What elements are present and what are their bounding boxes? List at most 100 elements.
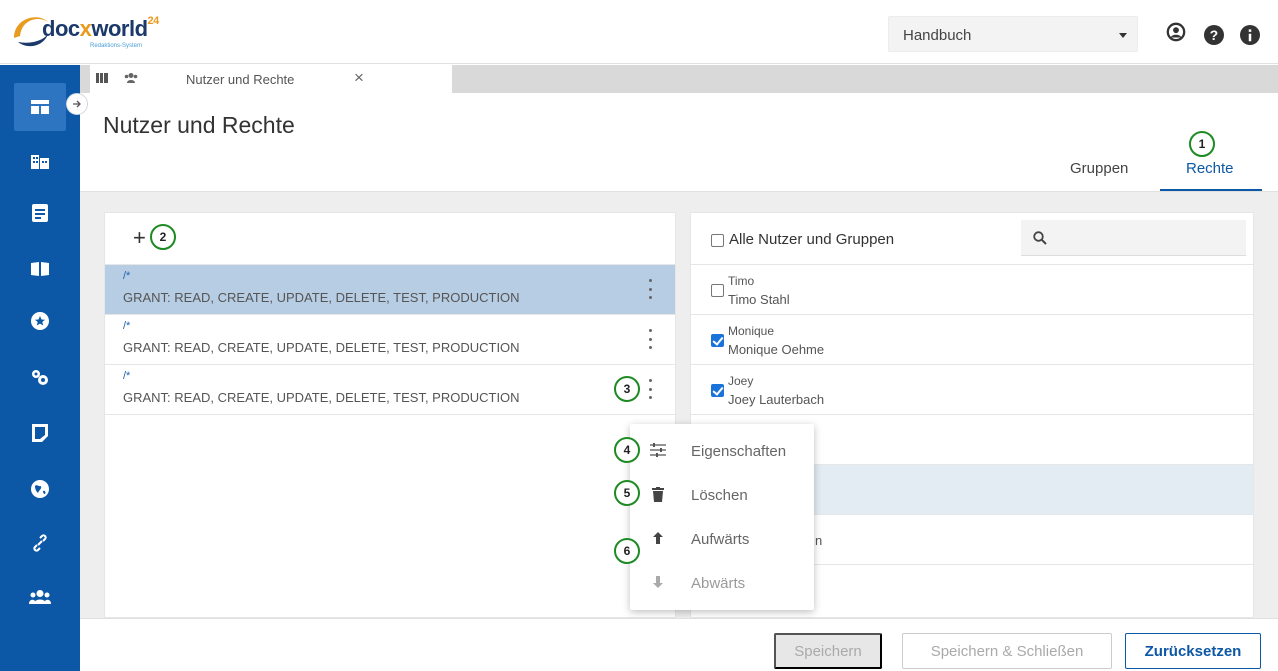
sidebar-item-buildings[interactable]	[22, 143, 58, 179]
save-button[interactable]: Speichern	[774, 633, 882, 669]
top-bar: docxworld24 Redaktions-System Handbuch ?	[0, 0, 1278, 64]
logo-tagline: Redaktions-System	[90, 43, 143, 49]
more-vert-icon[interactable]	[647, 329, 653, 349]
users-icon	[124, 73, 138, 83]
rule-row[interactable]: /* GRANT: READ, CREATE, UPDATE, DELETE, …	[105, 315, 675, 365]
sidebar-item-web[interactable]	[22, 471, 58, 507]
logo-superscript: 24	[147, 14, 160, 27]
search-input[interactable]	[1021, 220, 1246, 256]
menu-item-label: Abwärts	[691, 575, 746, 592]
sliders-icon	[650, 442, 666, 458]
user-name-partial: n	[815, 533, 823, 548]
add-rule-row: +	[105, 213, 675, 265]
sidebar-item-pages[interactable]	[22, 415, 58, 451]
logo[interactable]: docxworld24 Redaktions-System	[8, 6, 198, 58]
select-all-label: Alle Nutzer und Gruppen	[729, 231, 895, 248]
handbook-select[interactable]: Handbuch	[888, 16, 1138, 52]
menu-item-abwaerts[interactable]: Abwärts	[630, 560, 814, 604]
library-icon	[96, 73, 108, 83]
menu-item-label: Aufwärts	[691, 531, 750, 548]
user-full-name: Joey Lauterbach	[728, 392, 825, 407]
close-icon[interactable]: ×	[354, 68, 364, 88]
sidebar-item-favorites[interactable]	[22, 303, 58, 339]
trash-icon	[650, 486, 666, 502]
sidebar	[0, 65, 80, 671]
save-and-close-button[interactable]: Speichern & Schließen	[902, 633, 1112, 669]
logo-text: docxworld24	[42, 14, 160, 42]
page-icon	[32, 424, 48, 442]
sidebar-item-users[interactable]	[22, 579, 58, 615]
sidebar-item-handbook[interactable]	[22, 251, 58, 287]
annotation-marker: 5	[614, 480, 640, 506]
tab-rechte[interactable]: Rechte	[1186, 160, 1234, 177]
globe-icon	[31, 480, 49, 498]
info-icon[interactable]	[1240, 25, 1260, 45]
dashboard-icon	[31, 100, 49, 114]
search-icon	[1033, 231, 1047, 245]
document-icon	[32, 204, 48, 222]
user-checkbox[interactable]	[711, 284, 724, 297]
book-open-icon	[31, 262, 49, 276]
rule-row[interactable]: /* GRANT: READ, CREATE, UPDATE, DELETE, …	[105, 265, 675, 315]
page-title: Nutzer und Rechte	[103, 112, 295, 138]
users-panel-header: Alle Nutzer und Gruppen	[691, 213, 1253, 265]
menu-item-loeschen[interactable]: Löschen	[630, 472, 814, 516]
arrow-down-icon	[650, 574, 666, 590]
context-menu: Eigenschaften Löschen Aufwärts Abwärts	[630, 424, 814, 610]
annotation-marker: 1	[1189, 131, 1215, 157]
sidebar-item-settings[interactable]	[22, 359, 58, 395]
menu-item-label: Eigenschaften	[691, 443, 787, 460]
rule-path: /*	[123, 270, 131, 282]
more-vert-icon[interactable]	[647, 379, 653, 399]
rule-row[interactable]: /* GRANT: READ, CREATE, UPDATE, DELETE, …	[105, 365, 675, 415]
arrow-right-icon	[73, 100, 81, 108]
users-icon	[29, 590, 51, 604]
logo-x: x	[79, 16, 92, 41]
user-account-icon[interactable]	[1166, 22, 1186, 42]
annotation-marker: 2	[150, 224, 176, 250]
user-nick: Timo	[728, 274, 755, 288]
tab-label: Nutzer und Rechte	[186, 72, 295, 87]
building-icon	[31, 155, 49, 169]
tab-gruppen[interactable]: Gruppen	[1070, 160, 1128, 177]
gears-icon	[32, 370, 48, 385]
annotation-marker: 6	[614, 538, 640, 564]
user-full-name: Monique Oehme	[728, 342, 825, 357]
user-row[interactable]: Monique Monique Oehme	[691, 315, 1253, 365]
svg-text:?: ?	[1210, 28, 1218, 43]
tab-nutzer-und-rechte[interactable]: Nutzer und Rechte ×	[90, 65, 452, 93]
user-full-name: Timo Stahl	[728, 292, 790, 307]
sidebar-item-documents[interactable]	[22, 195, 58, 231]
select-all-checkbox[interactable]	[711, 234, 724, 247]
menu-item-label: Löschen	[691, 487, 748, 504]
menu-item-aufwaerts[interactable]: Aufwärts	[630, 516, 814, 560]
handbook-select-value: Handbuch	[903, 27, 972, 44]
chevron-down-icon	[1119, 33, 1127, 38]
add-rule-button[interactable]: +	[133, 225, 146, 251]
sidebar-item-links[interactable]	[22, 525, 58, 561]
user-checkbox[interactable]	[711, 384, 724, 397]
annotation-marker: 3	[614, 376, 640, 402]
reset-button[interactable]: Zurücksetzen	[1125, 633, 1261, 669]
rights-list-panel: + /* GRANT: READ, CREATE, UPDATE, DELETE…	[104, 212, 676, 618]
user-nick: Joey	[728, 374, 754, 388]
sidebar-item-dashboard[interactable]	[14, 83, 66, 131]
user-row[interactable]: Timo Timo Stahl	[691, 265, 1253, 315]
menu-item-eigenschaften[interactable]: Eigenschaften	[630, 428, 814, 472]
user-checkbox[interactable]	[711, 334, 724, 347]
rule-path: /*	[123, 370, 131, 382]
user-nick: Monique	[728, 324, 775, 338]
star-circle-icon	[31, 312, 49, 330]
tab-strip: Nutzer und Rechte ×	[80, 65, 1278, 93]
rule-grant: GRANT: READ, CREATE, UPDATE, DELETE, TES…	[123, 390, 520, 405]
sidebar-expand-button[interactable]	[66, 93, 88, 115]
logo-wordmark: docxworld	[42, 16, 148, 41]
footer-bar: Speichern Speichern & Schließen Zurückse…	[80, 618, 1278, 671]
rule-path: /*	[123, 320, 131, 332]
help-icon[interactable]: ?	[1204, 25, 1224, 45]
more-vert-icon[interactable]	[647, 279, 653, 299]
user-row[interactable]: Joey Joey Lauterbach	[691, 365, 1253, 415]
rule-grant: GRANT: READ, CREATE, UPDATE, DELETE, TES…	[123, 290, 520, 305]
arrow-up-icon	[650, 530, 666, 546]
rule-grant: GRANT: READ, CREATE, UPDATE, DELETE, TES…	[123, 340, 520, 355]
